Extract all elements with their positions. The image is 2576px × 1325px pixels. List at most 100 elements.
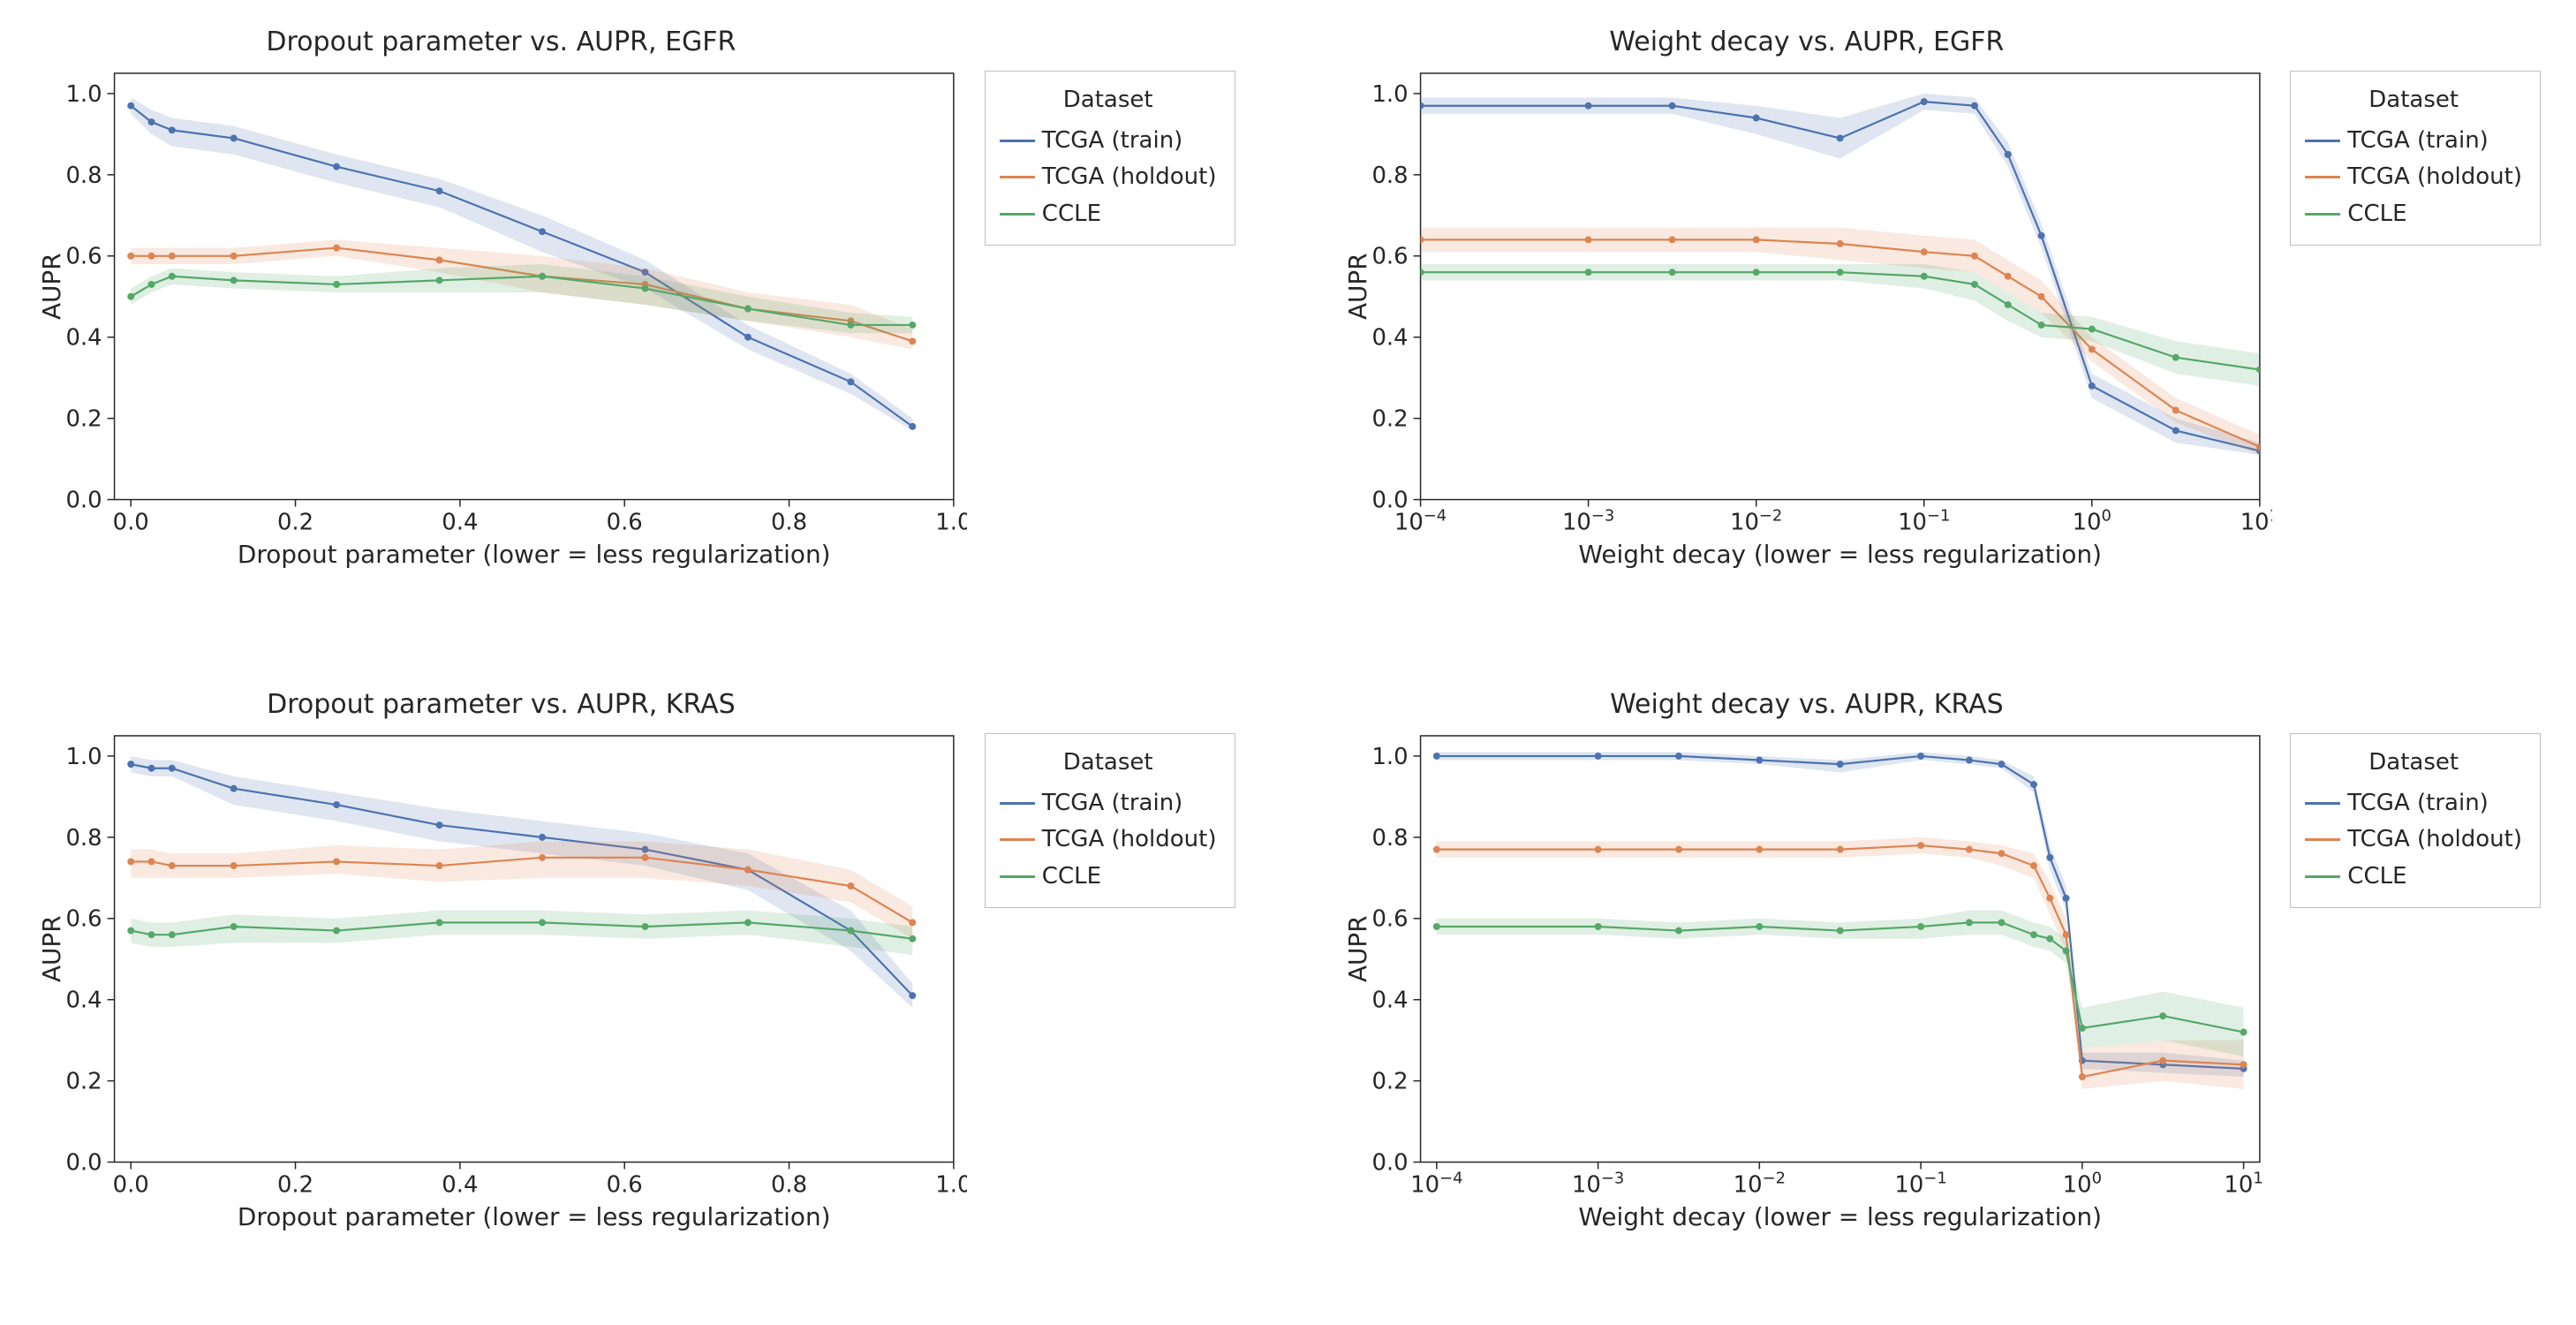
- data-point: [2037, 293, 2044, 300]
- legend-item: CCLE: [1000, 196, 1217, 233]
- data-point: [909, 423, 916, 430]
- ytick-label: 0.8: [1371, 163, 1408, 189]
- data-point: [2004, 151, 2011, 158]
- data-point: [2078, 1073, 2085, 1080]
- data-point: [1998, 761, 2005, 768]
- data-point: [539, 854, 546, 861]
- data-point: [127, 761, 134, 768]
- data-point: [1756, 923, 1763, 930]
- xlabel: Dropout parameter (lower = less regulari…: [238, 540, 831, 569]
- data-point: [333, 163, 340, 170]
- data-point: [1752, 269, 1759, 276]
- data-point: [847, 378, 854, 385]
- data-point: [1836, 240, 1843, 247]
- data-point: [1584, 102, 1591, 110]
- data-point: [436, 862, 443, 869]
- legend: DatasetTCGA (train)TCGA (holdout)CCLE: [985, 71, 1235, 246]
- data-point: [230, 785, 238, 792]
- legend-swatch: [2305, 176, 2340, 178]
- axes: 0.00.20.40.60.81.00.00.20.40.60.81.0AUPR…: [35, 727, 967, 1246]
- data-point: [909, 337, 916, 344]
- data-point: [642, 923, 649, 930]
- data-point: [1836, 761, 1843, 768]
- data-point: [2159, 1057, 2166, 1064]
- data-point: [909, 935, 916, 943]
- xtick-label: 0.4: [442, 509, 478, 535]
- ytick-label: 1.0: [65, 744, 102, 770]
- data-point: [2004, 301, 2011, 308]
- data-point: [1668, 236, 1675, 243]
- legend-item: TCGA (holdout): [1000, 822, 1217, 859]
- data-point: [1752, 236, 1759, 243]
- data-point: [2240, 1029, 2247, 1036]
- data-point: [2046, 935, 2053, 943]
- ci-band: [131, 239, 912, 349]
- ytick-label: 0.8: [65, 163, 102, 189]
- data-point: [1756, 757, 1763, 764]
- xtick-label: 10−2: [1733, 1169, 1785, 1198]
- data-point: [333, 858, 340, 865]
- data-point: [2062, 895, 2069, 902]
- data-point: [148, 931, 155, 938]
- plot-title: Dropout parameter vs. AUPR, KRAS: [35, 689, 967, 720]
- ylabel: AUPR: [1342, 253, 1371, 320]
- xtick-label: 10−4: [1410, 1169, 1462, 1198]
- ytick-label: 0.6: [1371, 906, 1408, 933]
- axes: 0.00.20.40.60.81.010−410−310−210−1100101…: [1341, 727, 2273, 1246]
- ytick-label: 0.2: [65, 1069, 102, 1095]
- ytick-label: 0.4: [65, 988, 102, 1014]
- data-point: [1917, 923, 1924, 930]
- data-point: [2030, 781, 2037, 788]
- subplot-egfr-dropout: Dropout parameter vs. AUPR, EGFR0.00.20.…: [35, 26, 1235, 636]
- data-point: [1920, 98, 1927, 105]
- data-point: [539, 228, 546, 235]
- data-point: [744, 919, 752, 926]
- xtick-label: 10−4: [1394, 506, 1446, 535]
- xtick-label: 0.0: [113, 1171, 149, 1198]
- xtick-label: 10−3: [1571, 1169, 1623, 1198]
- legend-label: TCGA (train): [2347, 123, 2489, 160]
- data-point: [1970, 281, 1977, 288]
- plot-title: Weight decay vs. AUPR, KRAS: [1341, 689, 2273, 720]
- xtick-label: 1.0: [935, 1171, 966, 1198]
- data-point: [333, 928, 340, 935]
- data-point: [1594, 753, 1601, 760]
- xtick-label: 0.8: [771, 1171, 807, 1198]
- xtick-label: 10−1: [1894, 1169, 1946, 1198]
- data-point: [2030, 862, 2037, 869]
- data-point: [127, 858, 134, 865]
- ci-band: [1436, 837, 2243, 1089]
- data-point: [169, 765, 176, 772]
- legend-swatch: [1000, 176, 1035, 178]
- subplot-kras-wd: Weight decay vs. AUPR, KRAS0.00.20.40.60…: [1341, 689, 2542, 1298]
- ytick-label: 1.0: [1371, 81, 1408, 108]
- data-point: [148, 858, 155, 865]
- figure-grid: Dropout parameter vs. AUPR, EGFR0.00.20.…: [0, 0, 2576, 1325]
- xtick-label: 0.4: [442, 1171, 478, 1198]
- legend: DatasetTCGA (train)TCGA (holdout)CCLE: [2290, 733, 2541, 908]
- data-point: [1920, 273, 1927, 280]
- data-point: [333, 801, 340, 808]
- legend: DatasetTCGA (train)TCGA (holdout)CCLE: [2290, 71, 2541, 246]
- legend-swatch: [1000, 838, 1035, 841]
- legend-item: TCGA (train): [2305, 785, 2522, 822]
- data-point: [436, 822, 443, 829]
- data-point: [2078, 1025, 2085, 1032]
- data-point: [2062, 948, 2069, 955]
- data-point: [539, 834, 546, 841]
- data-point: [2172, 406, 2179, 413]
- data-point: [436, 919, 443, 926]
- ci-band: [1420, 264, 2259, 386]
- data-point: [436, 187, 443, 194]
- xtick-label: 0.0: [113, 509, 149, 535]
- legend-label: CCLE: [2347, 859, 2406, 896]
- data-point: [1416, 102, 1424, 110]
- data-point: [1674, 928, 1681, 935]
- ytick-label: 0.2: [65, 406, 102, 433]
- data-point: [2030, 931, 2037, 938]
- legend-label: TCGA (train): [1042, 123, 1183, 160]
- data-point: [2004, 273, 2011, 280]
- xlabel: Dropout parameter (lower = less regulari…: [238, 1202, 831, 1231]
- legend-label: CCLE: [2347, 196, 2406, 233]
- legend: DatasetTCGA (train)TCGA (holdout)CCLE: [985, 733, 1235, 908]
